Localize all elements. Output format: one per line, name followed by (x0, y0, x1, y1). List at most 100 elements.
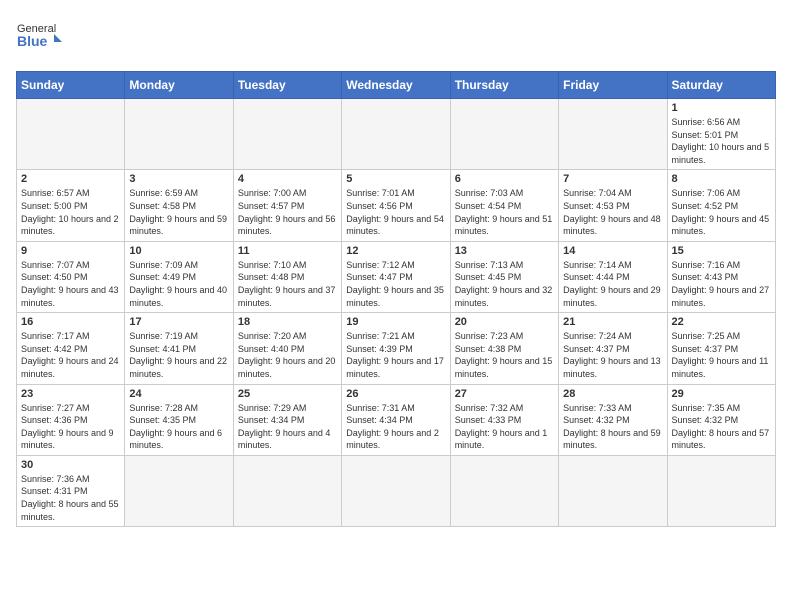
day-info: Sunrise: 7:17 AM Sunset: 4:42 PM Dayligh… (21, 330, 120, 380)
calendar-cell (667, 455, 775, 526)
calendar-cell: 3Sunrise: 6:59 AM Sunset: 4:58 PM Daylig… (125, 170, 233, 241)
calendar-cell: 14Sunrise: 7:14 AM Sunset: 4:44 PM Dayli… (559, 241, 667, 312)
calendar-cell: 19Sunrise: 7:21 AM Sunset: 4:39 PM Dayli… (342, 313, 450, 384)
day-number: 27 (455, 388, 554, 400)
day-info: Sunrise: 7:01 AM Sunset: 4:56 PM Dayligh… (346, 187, 445, 237)
day-info: Sunrise: 7:10 AM Sunset: 4:48 PM Dayligh… (238, 259, 337, 309)
weekday-header-tuesday: Tuesday (233, 72, 341, 99)
calendar-cell: 1Sunrise: 6:56 AM Sunset: 5:01 PM Daylig… (667, 99, 775, 170)
day-info: Sunrise: 7:28 AM Sunset: 4:35 PM Dayligh… (129, 402, 228, 452)
day-number: 14 (563, 245, 662, 257)
weekday-header-friday: Friday (559, 72, 667, 99)
day-info: Sunrise: 7:09 AM Sunset: 4:49 PM Dayligh… (129, 259, 228, 309)
calendar-week-row: 2 Sunrise: 6:57 AM Sunset: 5:00 PM Daylig… (17, 170, 776, 241)
day-info: Sunrise: 7:04 AM Sunset: 4:53 PM Dayligh… (563, 187, 662, 237)
day-number: 25 (238, 388, 337, 400)
calendar-cell: 30Sunrise: 7:36 AM Sunset: 4:31 PM Dayli… (17, 455, 125, 526)
logo-svg: General Blue (16, 16, 66, 61)
calendar-cell: 12 Sunrise: 7:12 AM Sunset: 4:47 PM Dayli… (342, 241, 450, 312)
calendar-cell (233, 455, 341, 526)
day-number: 9 (21, 245, 120, 257)
day-info: Sunrise: 7:16 AM Sunset: 4:43 PM Dayligh… (672, 259, 771, 309)
day-info: Sunrise: 7:29 AM Sunset: 4:34 PM Dayligh… (238, 402, 337, 452)
day-info: Sunrise: 7:19 AM Sunset: 4:41 PM Dayligh… (129, 330, 228, 380)
day-number: 30 (21, 459, 120, 471)
day-info: Sunrise: 7:03 AM Sunset: 4:54 PM Dayligh… (455, 187, 554, 237)
day-number: 12 (346, 245, 445, 257)
day-number: 4 (238, 173, 337, 185)
calendar-cell: 29 Sunrise: 7:35 AM Sunset: 4:32 PM Dayli… (667, 384, 775, 455)
day-info: Sunrise: 7:24 AM Sunset: 4:37 PM Dayligh… (563, 330, 662, 380)
day-number: 16 (21, 316, 120, 328)
calendar-cell: 23 Sunrise: 7:27 AM Sunset: 4:36 PM Dayli… (17, 384, 125, 455)
day-number: 24 (129, 388, 228, 400)
day-info: Sunrise: 7:13 AM Sunset: 4:45 PM Dayligh… (455, 259, 554, 309)
calendar-cell: 10 Sunrise: 7:09 AM Sunset: 4:49 PM Dayli… (125, 241, 233, 312)
weekday-header-saturday: Saturday (667, 72, 775, 99)
calendar-cell: 15 Sunrise: 7:16 AM Sunset: 4:43 PM Dayli… (667, 241, 775, 312)
calendar-cell: 27Sunrise: 7:32 AM Sunset: 4:33 PM Dayli… (450, 384, 558, 455)
calendar-cell: 18 Sunrise: 7:20 AM Sunset: 4:40 PM Dayli… (233, 313, 341, 384)
day-number: 10 (129, 245, 228, 257)
day-number: 7 (563, 173, 662, 185)
calendar-cell: 6Sunrise: 7:03 AM Sunset: 4:54 PM Daylig… (450, 170, 558, 241)
calendar-cell (450, 455, 558, 526)
day-info: Sunrise: 7:27 AM Sunset: 4:36 PM Dayligh… (21, 402, 120, 452)
calendar-week-row: 23 Sunrise: 7:27 AM Sunset: 4:36 PM Dayli… (17, 384, 776, 455)
calendar-cell (342, 99, 450, 170)
day-number: 20 (455, 316, 554, 328)
weekday-header-row: SundayMondayTuesdayWednesdayThursdayFrid… (17, 72, 776, 99)
day-number: 15 (672, 245, 771, 257)
svg-text:Blue: Blue (17, 33, 48, 49)
weekday-header-thursday: Thursday (450, 72, 558, 99)
day-info: Sunrise: 7:23 AM Sunset: 4:38 PM Dayligh… (455, 330, 554, 380)
day-number: 2 (21, 173, 120, 185)
calendar-cell: 11 Sunrise: 7:10 AM Sunset: 4:48 PM Dayli… (233, 241, 341, 312)
calendar-cell: 16 Sunrise: 7:17 AM Sunset: 4:42 PM Dayli… (17, 313, 125, 384)
day-info: Sunrise: 7:21 AM Sunset: 4:39 PM Dayligh… (346, 330, 445, 380)
day-info: Sunrise: 6:59 AM Sunset: 4:58 PM Dayligh… (129, 187, 228, 237)
calendar-cell: 26Sunrise: 7:31 AM Sunset: 4:34 PM Dayli… (342, 384, 450, 455)
day-number: 17 (129, 316, 228, 328)
day-number: 5 (346, 173, 445, 185)
calendar-cell: 28Sunrise: 7:33 AM Sunset: 4:32 PM Dayli… (559, 384, 667, 455)
calendar-cell: 4 Sunrise: 7:00 AM Sunset: 4:57 PM Daylig… (233, 170, 341, 241)
logo: General Blue (16, 16, 66, 61)
page-header: General Blue (16, 16, 776, 61)
calendar-cell (233, 99, 341, 170)
day-info: Sunrise: 7:06 AM Sunset: 4:52 PM Dayligh… (672, 187, 771, 237)
calendar-table: SundayMondayTuesdayWednesdayThursdayFrid… (16, 71, 776, 527)
day-info: Sunrise: 7:07 AM Sunset: 4:50 PM Dayligh… (21, 259, 120, 309)
calendar-week-row: 30Sunrise: 7:36 AM Sunset: 4:31 PM Dayli… (17, 455, 776, 526)
calendar-week-row: 1Sunrise: 6:56 AM Sunset: 5:01 PM Daylig… (17, 99, 776, 170)
calendar-cell (342, 455, 450, 526)
day-number: 23 (21, 388, 120, 400)
calendar-cell: 21 Sunrise: 7:24 AM Sunset: 4:37 PM Dayli… (559, 313, 667, 384)
calendar-cell (125, 455, 233, 526)
day-number: 11 (238, 245, 337, 257)
calendar-cell: 17 Sunrise: 7:19 AM Sunset: 4:41 PM Dayli… (125, 313, 233, 384)
day-number: 13 (455, 245, 554, 257)
day-info: Sunrise: 7:33 AM Sunset: 4:32 PM Dayligh… (563, 402, 662, 452)
calendar-cell (125, 99, 233, 170)
day-info: Sunrise: 7:12 AM Sunset: 4:47 PM Dayligh… (346, 259, 445, 309)
day-info: Sunrise: 7:35 AM Sunset: 4:32 PM Dayligh… (672, 402, 771, 452)
calendar-cell (450, 99, 558, 170)
day-number: 18 (238, 316, 337, 328)
day-info: Sunrise: 7:20 AM Sunset: 4:40 PM Dayligh… (238, 330, 337, 380)
weekday-header-monday: Monday (125, 72, 233, 99)
calendar-week-row: 16 Sunrise: 7:17 AM Sunset: 4:42 PM Dayli… (17, 313, 776, 384)
weekday-header-wednesday: Wednesday (342, 72, 450, 99)
day-number: 29 (672, 388, 771, 400)
calendar-cell: 8 Sunrise: 7:06 AM Sunset: 4:52 PM Daylig… (667, 170, 775, 241)
day-info: Sunrise: 7:00 AM Sunset: 4:57 PM Dayligh… (238, 187, 337, 237)
day-number: 21 (563, 316, 662, 328)
day-number: 1 (672, 102, 771, 114)
day-number: 8 (672, 173, 771, 185)
calendar-cell: 7 Sunrise: 7:04 AM Sunset: 4:53 PM Daylig… (559, 170, 667, 241)
weekday-header-sunday: Sunday (17, 72, 125, 99)
calendar-cell: 25 Sunrise: 7:29 AM Sunset: 4:34 PM Dayli… (233, 384, 341, 455)
calendar-week-row: 9 Sunrise: 7:07 AM Sunset: 4:50 PM Daylig… (17, 241, 776, 312)
calendar-cell: 9 Sunrise: 7:07 AM Sunset: 4:50 PM Daylig… (17, 241, 125, 312)
day-info: Sunrise: 6:57 AM Sunset: 5:00 PM Dayligh… (21, 187, 120, 237)
